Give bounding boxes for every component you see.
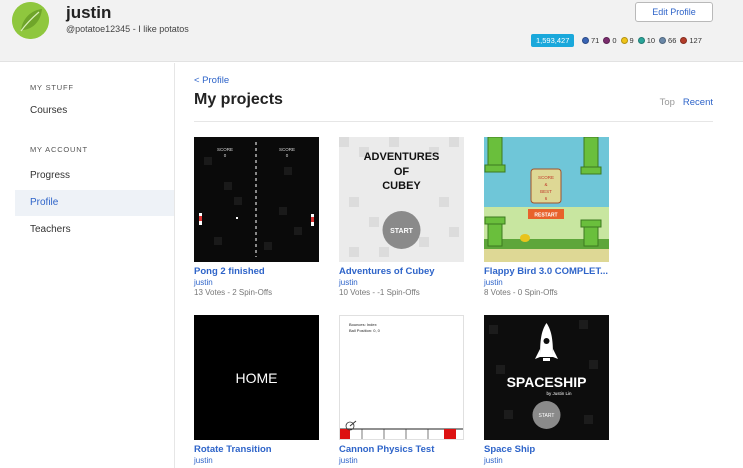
project-title[interactable]: Flappy Bird 3.0 COMPLET... (484, 266, 609, 277)
project-card[interactable]: SCORE SCORE 0 0 Pong 2 finished justin 1… (194, 137, 319, 297)
yellow-badge-icon (620, 37, 628, 44)
cubey-title-line2: OF (394, 166, 410, 178)
cubey-thumbnail: ADVENTURES OF CUBEY START (339, 137, 464, 262)
project-card[interactable]: Bounces: Index Ball Position: 0, 0 Canno… (339, 315, 464, 465)
edit-profile-button[interactable]: Edit Profile (635, 2, 713, 22)
sidebar: MY STUFF Courses MY ACCOUNT Progress Pro… (0, 63, 174, 468)
sort-top-link[interactable]: Top (660, 97, 675, 108)
project-card[interactable]: SCORE & BEST 6 RESTART Flappy Bird 3.0 C… (484, 137, 609, 297)
badge-count: 127 (689, 36, 702, 45)
project-title[interactable]: Space Ship (484, 444, 609, 455)
rotate-thumbnail: HOME (194, 315, 319, 440)
sidebar-item-teachers[interactable]: Teachers (15, 217, 174, 243)
rotate-home-label: HOME (236, 370, 278, 386)
cubey-start-label: START (390, 228, 414, 235)
cubey-title-line1: ADVENTURES (364, 151, 440, 163)
cannon-readout-2: Ball Position: 0, 0 (349, 328, 381, 333)
project-card[interactable]: ADVENTURES OF CUBEY START Adventures of … (339, 137, 464, 297)
spaceship-start-label: START (539, 413, 555, 419)
red-badge-icon (680, 37, 688, 44)
project-stats: 10 Votes - -1 Spin-Offs (339, 288, 420, 297)
spaceship-byline: by Justin Lin (546, 391, 572, 396)
sidebar-item-profile[interactable]: Profile (15, 190, 174, 216)
profile-bio: @potatoe12345 - I like potatos (66, 24, 189, 34)
project-title[interactable]: Pong 2 finished (194, 266, 319, 277)
project-thumbnail[interactable]: HOME (194, 315, 319, 440)
title-divider (194, 121, 713, 122)
project-author[interactable]: justin (194, 456, 319, 465)
badge-count: 66 (668, 36, 677, 45)
sidebar-item-progress[interactable]: Progress (15, 163, 174, 189)
purple-badge-icon (603, 37, 611, 44)
sort-recent-link[interactable]: Recent (683, 97, 713, 108)
cannon-readout-1: Bounces: Index (349, 322, 377, 327)
project-thumbnail[interactable]: Bounces: Index Ball Position: 0, 0 (339, 315, 464, 440)
cubey-title-line3: CUBEY (382, 180, 421, 192)
flappy-thumbnail: SCORE & BEST 6 RESTART (484, 137, 609, 262)
sidebar-heading-my-stuff: MY STUFF (30, 83, 74, 92)
project-thumbnail[interactable]: SPACESHIP by Justin Lin START (484, 315, 609, 440)
pong-thumbnail: SCORE SCORE 0 0 (194, 137, 319, 262)
profile-header: justin @potatoe12345 - I like potatos Ed… (0, 0, 743, 62)
bird-icon (520, 234, 530, 242)
project-title[interactable]: Rotate Transition (194, 444, 319, 455)
spaceship-thumbnail: SPACESHIP by Justin Lin START (484, 315, 609, 440)
leaf-icon (12, 2, 49, 39)
back-to-profile-link[interactable]: < Profile (194, 75, 229, 86)
teal-badge-icon (637, 37, 645, 44)
profile-name: justin (66, 3, 112, 22)
badge-count: 9 (629, 36, 634, 45)
flappy-score-line1: SCORE (538, 175, 554, 180)
avatar[interactable] (12, 2, 49, 39)
project-thumbnail[interactable]: ADVENTURES OF CUBEY START (339, 137, 464, 262)
badge-purple[interactable]: 0 (603, 36, 617, 45)
page-title: My projects (194, 91, 283, 108)
project-thumbnail[interactable]: SCORE SCORE 0 0 (194, 137, 319, 262)
flappy-score-line2: & (544, 182, 547, 187)
project-author[interactable]: justin (339, 456, 464, 465)
project-title[interactable]: Cannon Physics Test (339, 444, 464, 455)
project-card[interactable]: HOME Rotate Transition justin (194, 315, 319, 465)
badge-count: 0 (612, 36, 617, 45)
project-stats: 13 Votes - 2 Spin-Offs (194, 288, 273, 297)
badge-grey[interactable]: 66 (659, 36, 676, 45)
badge-teal[interactable]: 10 (637, 36, 656, 45)
flappy-restart-label: RESTART (534, 213, 557, 219)
pong-score-label-right: SCORE (279, 147, 295, 152)
badge-red[interactable]: 127 (680, 36, 702, 45)
project-card[interactable]: SPACESHIP by Justin Lin START Space Ship… (484, 315, 609, 465)
badge-blue[interactable]: 71 (582, 36, 599, 45)
project-author[interactable]: justin (484, 456, 609, 465)
spaceship-title: SPACESHIP (507, 374, 587, 390)
badge-counts: 71 0 9 10 66 127 (582, 34, 706, 47)
sidebar-divider (174, 63, 175, 468)
project-stats: 8 Votes - 0 Spin-Offs (484, 288, 558, 297)
project-author[interactable]: justin (339, 278, 464, 287)
badge-count: 10 (646, 36, 656, 45)
blue-badge-icon (582, 37, 589, 44)
project-author[interactable]: justin (194, 278, 319, 287)
project-thumbnail[interactable]: SCORE & BEST 6 RESTART (484, 137, 609, 262)
sidebar-heading-my-account: MY ACCOUNT (30, 145, 88, 154)
project-author[interactable]: justin (484, 278, 609, 287)
pong-score-label-left: SCORE (217, 147, 233, 152)
badge-yellow[interactable]: 9 (620, 36, 634, 45)
cannon-thumbnail: Bounces: Index Ball Position: 0, 0 (340, 316, 463, 439)
energy-points-badge: 1,593,427 (531, 34, 575, 47)
project-title[interactable]: Adventures of Cubey (339, 266, 464, 277)
badge-count: 71 (591, 36, 600, 45)
flappy-score-line3: BEST (540, 189, 552, 194)
grey-badge-icon (659, 37, 667, 44)
sort-toggle: Top Recent (652, 97, 713, 108)
sidebar-item-courses[interactable]: Courses (15, 98, 174, 124)
